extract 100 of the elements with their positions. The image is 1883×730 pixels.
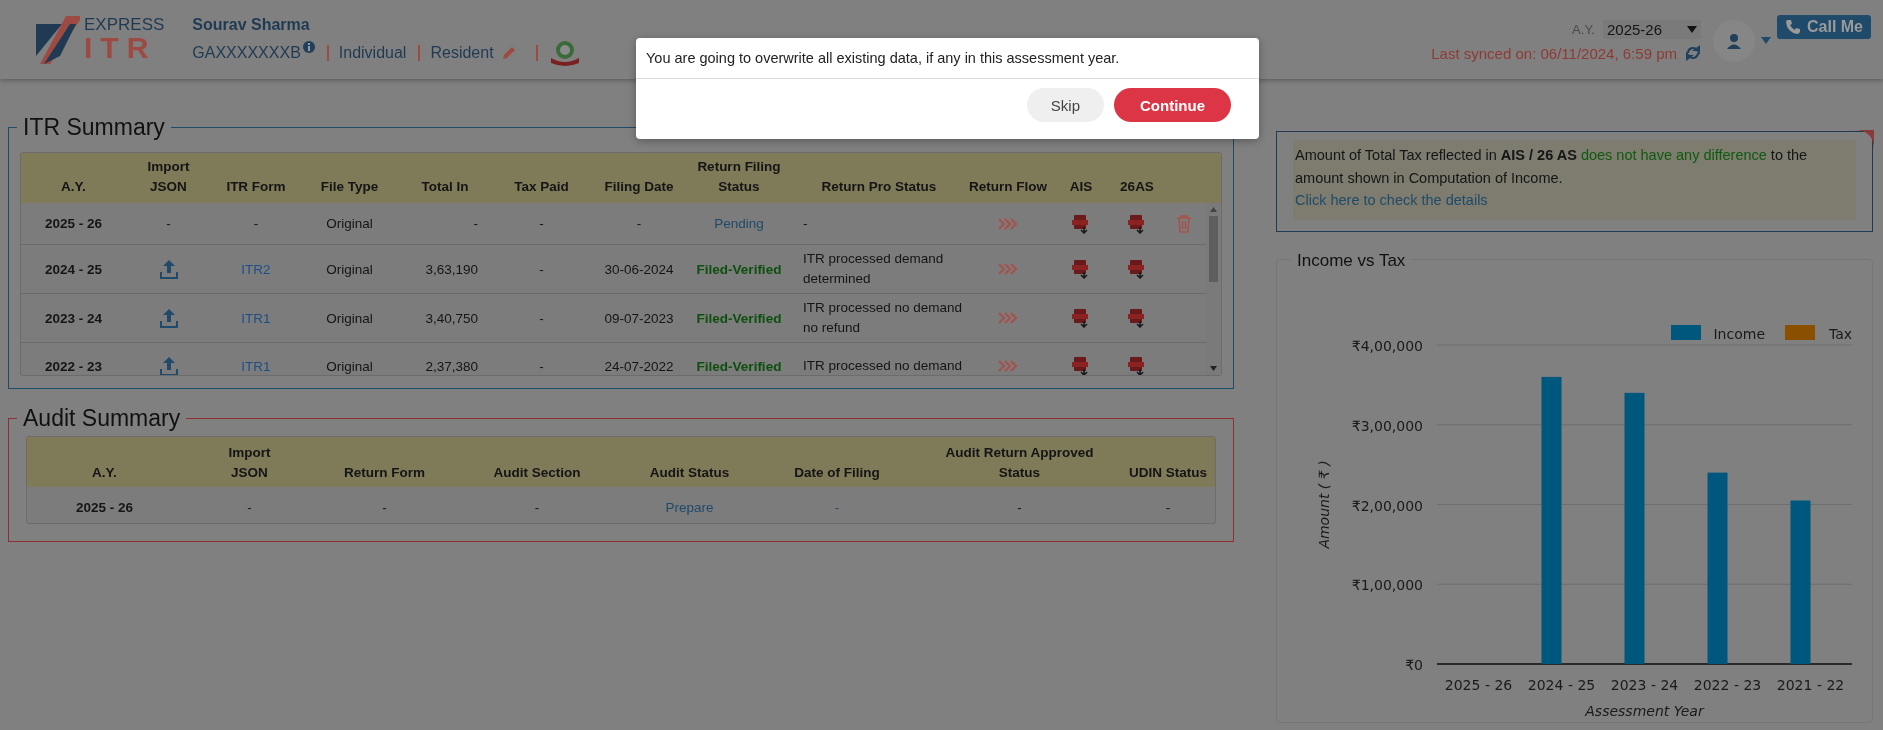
itr-form-link[interactable]: ITR2 bbox=[211, 257, 301, 281]
column-header: ITR Form bbox=[225, 178, 287, 196]
income-bar[interactable] bbox=[1624, 392, 1645, 664]
residency-status: Resident bbox=[430, 43, 494, 62]
income-bar[interactable] bbox=[1541, 376, 1562, 664]
x-axis-label: Assessment Year bbox=[1585, 703, 1704, 719]
user-silhouette-icon bbox=[1726, 32, 1742, 49]
column-header: Return Pro Status bbox=[820, 178, 938, 196]
table-cell-text: 24-07-2022 bbox=[603, 357, 675, 375]
table-cell-text: - bbox=[802, 214, 809, 233]
table-cell-text: 2023 - 24 bbox=[43, 309, 103, 328]
x-tick-label: 2021 - 22 bbox=[1776, 677, 1845, 693]
y-tick-label: ₹1,00,000 bbox=[1351, 577, 1423, 594]
column-header: Import JSON bbox=[227, 444, 272, 482]
table-cell-text: Original bbox=[325, 357, 374, 375]
column-header: Audit Return Approved Status bbox=[944, 444, 1095, 482]
column-header: Audit Section bbox=[492, 464, 582, 482]
taxpayer-category: Individual bbox=[338, 43, 407, 62]
column-header: File Type bbox=[319, 178, 380, 196]
info-icon[interactable] bbox=[302, 40, 315, 53]
pdf-download-icon[interactable] bbox=[1072, 356, 1090, 375]
pdf-download-icon[interactable] bbox=[1072, 213, 1090, 234]
pdf-download-icon[interactable] bbox=[1128, 308, 1146, 328]
section-title: Audit Summary bbox=[17, 405, 187, 431]
scroll-up-icon[interactable] bbox=[1210, 207, 1217, 212]
scroll-down-icon[interactable] bbox=[1210, 366, 1217, 371]
status-link[interactable]: Prepare bbox=[622, 495, 757, 519]
column-header: Import JSON bbox=[146, 158, 191, 196]
table-cell-text: 2,37,380 bbox=[424, 357, 479, 375]
column-header: UDIN Status bbox=[1128, 464, 1208, 482]
upload-icon[interactable] bbox=[159, 259, 178, 279]
y-tick-label: ₹0 bbox=[1405, 657, 1423, 673]
column-header: 26AS bbox=[1119, 178, 1155, 196]
column-header: Date of Filing bbox=[793, 464, 881, 482]
separator-bar bbox=[418, 44, 421, 61]
y-tick-label: ₹2,00,000 bbox=[1351, 497, 1423, 514]
skip-button[interactable]: Skip bbox=[1026, 88, 1104, 122]
pdf-download-icon[interactable] bbox=[1072, 259, 1090, 279]
double-chevron-icon[interactable] bbox=[998, 312, 1018, 324]
double-chevron-icon[interactable] bbox=[998, 263, 1018, 275]
table-cell-text: 30-06-2024 bbox=[603, 260, 675, 279]
status-text: Filed-Verified bbox=[695, 309, 783, 328]
trash-icon[interactable] bbox=[1175, 214, 1192, 233]
column-header: A.Y. bbox=[60, 178, 87, 196]
double-chevron-icon[interactable] bbox=[998, 217, 1018, 230]
table-cell-text: Original bbox=[325, 215, 374, 233]
pencil-icon[interactable] bbox=[501, 45, 516, 60]
table-cell-text: 3,40,750 bbox=[424, 309, 479, 328]
separator-bar bbox=[326, 44, 329, 61]
pdf-download-icon[interactable] bbox=[1128, 259, 1146, 279]
caret-icon[interactable] bbox=[1761, 37, 1771, 44]
column-header: Return Flow bbox=[968, 178, 1048, 196]
status-link[interactable]: - bbox=[757, 495, 917, 519]
table-cell-text: ITR processed demand determined bbox=[802, 250, 945, 288]
itr-form-link[interactable]: ITR1 bbox=[211, 354, 301, 375]
column-header: Return Filing Status bbox=[696, 158, 782, 196]
column-header: Filing Date bbox=[603, 178, 675, 196]
column-header: Total In bbox=[420, 178, 470, 196]
continue-button[interactable]: Continue bbox=[1114, 88, 1231, 122]
upload-icon[interactable] bbox=[159, 356, 178, 375]
table-cell-text: ITR processed no demand no refund bbox=[802, 299, 964, 337]
caret-icon bbox=[1687, 25, 1697, 33]
year-select[interactable]: 2025-26 bbox=[1603, 19, 1701, 39]
phone-icon bbox=[1785, 18, 1801, 35]
double-chevron-icon[interactable] bbox=[998, 360, 1018, 372]
refresh-icon[interactable] bbox=[1685, 45, 1701, 61]
table-cell-text: 09-07-2023 bbox=[603, 309, 675, 328]
status-text[interactable]: Pending bbox=[687, 212, 791, 235]
table-cell-text: - bbox=[533, 498, 541, 517]
call-me-button[interactable]: Call Me bbox=[1777, 14, 1871, 39]
scrollbar-thumb[interactable] bbox=[1209, 216, 1218, 282]
table-cell-text: - bbox=[165, 215, 172, 233]
income-bar[interactable] bbox=[1707, 472, 1728, 664]
income-bar[interactable] bbox=[1790, 500, 1811, 664]
status-text: Filed-Verified bbox=[695, 357, 783, 375]
x-tick-label: 2022 - 23 bbox=[1693, 677, 1762, 693]
logo-text: EXPRESS bbox=[84, 16, 165, 33]
table-cell-text: - bbox=[1164, 498, 1172, 517]
pdf-download-icon[interactable] bbox=[1128, 213, 1146, 234]
table-cell-text: 3,63,190 bbox=[424, 260, 479, 279]
notice-text: Amount of Total Tax reflected in AIS / 26 AS does not have any difference to the amount shown in Computation of Income. bbox=[1295, 146, 1809, 188]
column-header: AIS bbox=[1068, 178, 1094, 196]
table-cell-text: - bbox=[1016, 498, 1023, 517]
itr-form-link[interactable]: ITR1 bbox=[211, 306, 301, 330]
user-name: Sourav Sharma bbox=[192, 15, 311, 34]
avatar-icon[interactable] bbox=[1713, 19, 1755, 62]
dialog-message: You are going to overwrite all existing data, if any in this assessment year. bbox=[636, 38, 1259, 79]
table-cell-text: ITR processed no demand bbox=[802, 357, 964, 375]
column-header: A.Y. bbox=[91, 464, 118, 482]
pdf-download-icon[interactable] bbox=[1128, 356, 1146, 375]
upload-icon[interactable] bbox=[159, 308, 178, 328]
table-cell-text: - bbox=[538, 215, 545, 233]
x-tick-label: 2025 - 26 bbox=[1444, 677, 1513, 693]
column-header: Return Form bbox=[343, 464, 426, 482]
pdf-download-icon[interactable] bbox=[1072, 308, 1090, 328]
last-synced-text: Last synced on: 06/11/2024, 6:59 pm bbox=[1431, 44, 1677, 62]
logo-mark-icon bbox=[36, 15, 80, 64]
table-cell-text: - bbox=[538, 260, 545, 279]
details-link[interactable]: Click here to check the details bbox=[1295, 190, 1854, 210]
table-cell-text: 2022 - 23 bbox=[43, 357, 103, 375]
